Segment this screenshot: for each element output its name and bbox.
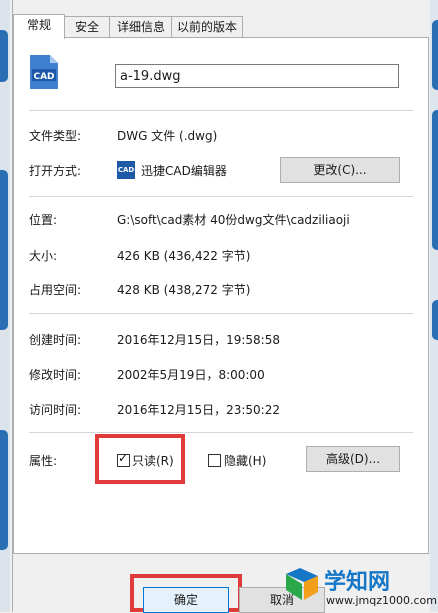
filename-input[interactable]: a-19.dwg [115, 64, 399, 88]
created-label: 创建时间: [29, 333, 82, 347]
location-value: G:\soft\cad素材 40份dwg文件\cadziliaoji [117, 213, 350, 227]
change-button[interactable]: 更改(C)... [280, 157, 400, 183]
file-type-label: 文件类型: [29, 129, 82, 143]
site-watermark: 学知网 www.jmqz1000.com [284, 560, 437, 612]
tab-previous-versions[interactable]: 以前的版本 [171, 16, 243, 38]
tab-details[interactable]: 详细信息 [109, 16, 173, 38]
divider [29, 313, 413, 314]
watermark-url: www.jmqz1000.com [326, 594, 437, 607]
file-type-value: DWG 文件 (.dwg) [117, 129, 218, 143]
accessed-label: 访问时间: [29, 403, 82, 417]
hidden-checkbox-label[interactable]: 隐藏(H) [224, 452, 266, 469]
background-window-fragment [432, 20, 438, 90]
background-window-fragment [432, 300, 438, 340]
cad-app-icon: CAD [117, 161, 135, 179]
ok-button[interactable]: 确定 [143, 587, 229, 613]
accessed-value: 2016年12月15日，23:50:22 [117, 403, 280, 417]
advanced-button[interactable]: 高级(D)... [306, 446, 400, 472]
readonly-checkbox[interactable]: ✓ [117, 451, 130, 467]
background-window-fragment [432, 110, 438, 250]
background-window-fragment [0, 170, 8, 330]
size-label: 大小: [29, 249, 58, 263]
attributes-label: 属性: [29, 454, 58, 468]
divider [29, 196, 413, 197]
checkmark-icon: ✓ [118, 451, 129, 465]
general-tab-panel: CAD a-19.dwg 文件类型: DWG 文件 (.dwg) 打开方式: C… [13, 37, 429, 554]
modified-label: 修改时间: [29, 368, 82, 382]
size-value: 426 KB (436,422 字节) [117, 249, 251, 263]
location-label: 位置: [29, 213, 58, 227]
cad-file-icon: CAD [30, 55, 58, 89]
divider [29, 432, 413, 433]
background-window-fragment [0, 30, 8, 82]
svg-text:CAD: CAD [33, 72, 54, 82]
open-with-label: 打开方式: [29, 164, 82, 178]
tab-general[interactable]: 常规 [13, 14, 65, 39]
tab-security[interactable]: 安全 [63, 16, 111, 38]
open-with-app-name: 迅捷CAD编辑器 [141, 164, 227, 178]
watermark-title: 学知网 [324, 570, 391, 595]
watermark-logo-icon [286, 568, 318, 600]
background-window-left [0, 0, 10, 612]
size-on-disk-value: 428 KB (438,272 字节) [117, 283, 251, 297]
hidden-checkbox[interactable] [208, 454, 221, 467]
readonly-checkbox-label[interactable]: 只读(R) [132, 452, 174, 469]
size-on-disk-label: 占用空间: [29, 283, 82, 297]
divider [29, 110, 413, 111]
background-window-right [430, 0, 438, 612]
created-value: 2016年12月15日，19:58:58 [117, 333, 280, 347]
background-window-fragment [0, 430, 8, 550]
file-properties-dialog: 常规 安全 详细信息 以前的版本 CAD a-19.dwg 文件类型: DWG … [12, 0, 429, 613]
modified-value: 2002年5月19日，8:00:00 [117, 368, 265, 382]
